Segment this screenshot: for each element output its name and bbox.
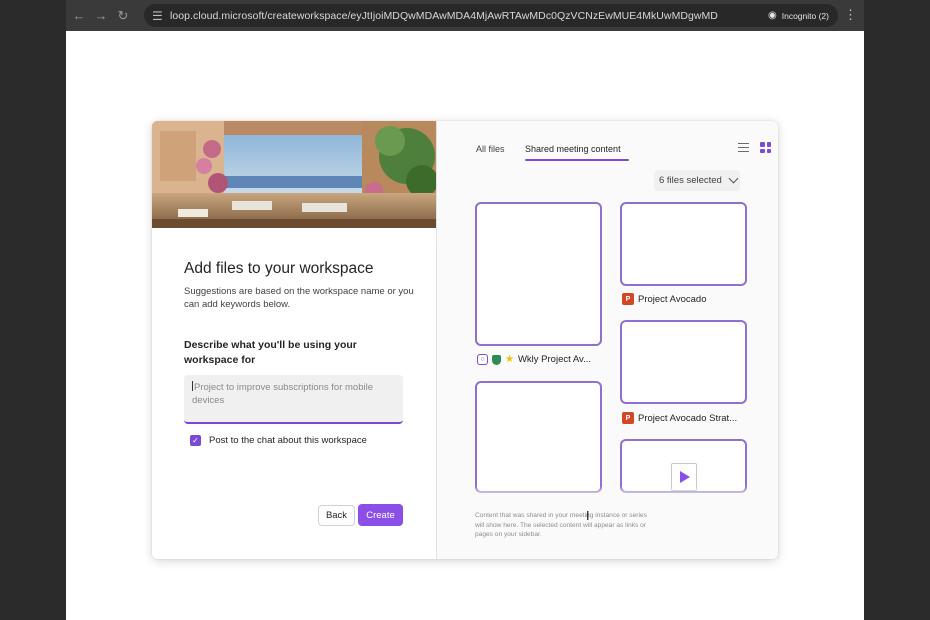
file-name: Project Avocado Strat... (638, 412, 738, 424)
page-content: Add files to your workspace Suggestions … (66, 31, 864, 620)
incognito-button[interactable]: ◉ Incognito (2) (759, 4, 838, 27)
file-card-video[interactable] (620, 439, 747, 493)
shared-content-note: Content that was shared in your meeting … (475, 512, 647, 539)
star-icon: ★ (505, 354, 514, 365)
chevron-down-icon (728, 173, 739, 184)
post-to-chat-checkbox[interactable]: ✓ (190, 435, 201, 446)
files-selected-dropdown[interactable]: 6 files selected (654, 170, 740, 191)
url-text[interactable]: loop.cloud.microsoft/createworkspace/eyJ… (170, 10, 718, 22)
file-name: Project Avocado (638, 293, 707, 305)
post-to-chat-option[interactable]: ✓ Post to the chat about this workspace (190, 435, 367, 446)
add-files-dialog: Add files to your workspace Suggestions … (152, 121, 778, 559)
dialog-left-pane: Add files to your workspace Suggestions … (152, 121, 436, 559)
powerpoint-icon: P (622, 293, 636, 306)
file-name: Wkly Project Av... (517, 354, 591, 365)
list-view-icon[interactable] (738, 143, 749, 153)
files-selected-label: 6 files selected (659, 175, 722, 186)
loop-icon: ○ (477, 354, 488, 365)
scroll-fade (467, 486, 767, 498)
file-card-project-avocado-strat[interactable] (620, 320, 747, 404)
play-icon (680, 471, 690, 483)
tab-all-files[interactable]: All files (476, 144, 505, 154)
file-label-wkly-project[interactable]: ○ ★ Wkly Project Av... (477, 354, 591, 365)
forward-arrow-icon[interactable]: → (90, 5, 112, 27)
hero-illustration (152, 121, 436, 228)
describe-label: Describe what you'll be using your works… (184, 339, 357, 366)
browser-toolbar: ← → ↻ ☰ loop.cloud.microsoft/createworks… (66, 0, 864, 31)
incognito-icon: ◉ (768, 10, 777, 21)
grid-view-icon[interactable] (760, 142, 771, 153)
post-to-chat-label: Post to the chat about this workspace (209, 435, 367, 446)
file-card-project-avocado[interactable] (620, 202, 747, 286)
shield-icon (492, 354, 501, 365)
description-placeholder: Project to improve subscriptions for mob… (192, 382, 373, 406)
dialog-title: Add files to your workspace (184, 260, 374, 277)
powerpoint-icon: P (622, 412, 636, 425)
back-button[interactable]: Back (318, 505, 355, 526)
files-pane: All files Shared meeting content 6 files… (437, 121, 778, 559)
tab-shared-meeting-content[interactable]: Shared meeting content (525, 144, 621, 154)
text-caret (192, 381, 193, 391)
back-arrow-icon[interactable]: ← (68, 5, 90, 27)
active-tab-indicator (525, 159, 629, 161)
file-label-project-avocado[interactable]: P Project Avocado (622, 293, 707, 306)
text-cursor-icon: І (586, 509, 590, 523)
dialog-subtitle: Suggestions are based on the workspace n… (184, 286, 414, 310)
more-icon[interactable]: ⋮ (844, 7, 857, 23)
site-settings-icon[interactable]: ☰ (152, 9, 170, 23)
file-card-wkly-project[interactable] (475, 202, 602, 346)
workspace-description-input[interactable]: Project to improve subscriptions for mob… (184, 375, 403, 424)
address-bar[interactable]: ☰ loop.cloud.microsoft/createworkspace/e… (144, 4, 819, 27)
file-label-project-avocado-strat[interactable]: P Project Avocado Strat... (622, 412, 738, 425)
reload-icon[interactable]: ↻ (112, 5, 134, 27)
create-button[interactable]: Create (358, 504, 403, 526)
file-card-document[interactable] (475, 381, 602, 493)
incognito-label: Incognito (2) (781, 10, 829, 21)
